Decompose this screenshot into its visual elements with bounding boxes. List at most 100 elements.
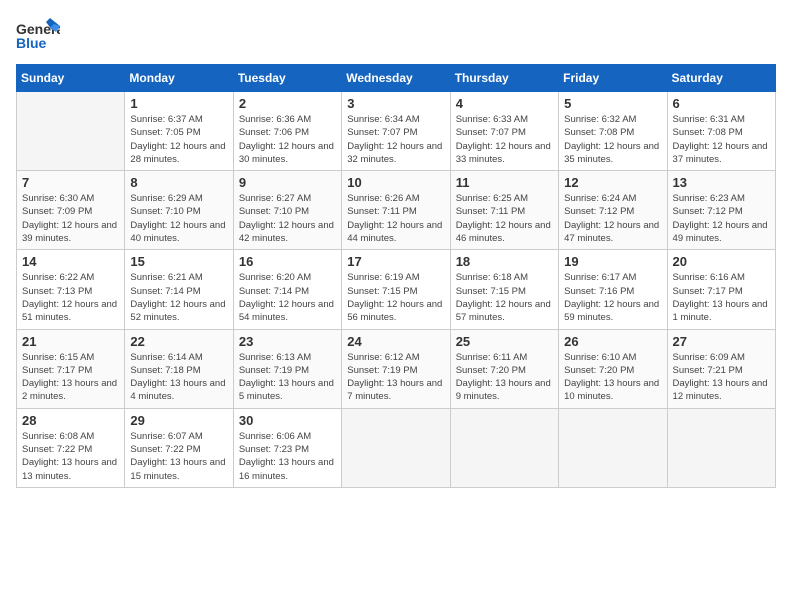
calendar-cell: 15 Sunrise: 6:21 AMSunset: 7:14 PMDayligh… [125,250,233,329]
calendar-cell: 13 Sunrise: 6:23 AMSunset: 7:12 PMDayligh… [667,171,775,250]
calendar-cell: 24Sunrise: 6:12 AMSunset: 7:19 PMDayligh… [342,329,450,408]
day-info: Sunrise: 6:27 AMSunset: 7:10 PMDaylight:… [239,192,336,245]
calendar-cell: 18 Sunrise: 6:18 AMSunset: 7:15 PMDayligh… [450,250,558,329]
day-number: 11 [456,175,553,190]
calendar-cell: 25 Sunrise: 6:11 AMSunset: 7:20 PMDayligh… [450,329,558,408]
day-number: 27 [673,334,770,349]
day-info: Sunrise: 6:11 AMSunset: 7:20 PMDaylight:… [456,351,553,404]
calendar-cell: 27Sunrise: 6:09 AMSunset: 7:21 PMDayligh… [667,329,775,408]
calendar-cell: 3Sunrise: 6:34 AMSunset: 7:07 PMDaylight… [342,92,450,171]
day-info: Sunrise: 6:29 AMSunset: 7:10 PMDaylight:… [130,192,227,245]
day-number: 2 [239,96,336,111]
day-number: 4 [456,96,553,111]
calendar-cell: 7 Sunrise: 6:30 AMSunset: 7:09 PMDaylight… [17,171,125,250]
calendar-cell: 12 Sunrise: 6:24 AMSunset: 7:12 PMDayligh… [559,171,667,250]
day-info: Sunrise: 6:37 AMSunset: 7:05 PMDaylight:… [130,113,227,166]
calendar-cell: 4 Sunrise: 6:33 AMSunset: 7:07 PMDaylight… [450,92,558,171]
calendar-cell: 21 Sunrise: 6:15 AMSunset: 7:17 PMDayligh… [17,329,125,408]
day-number: 29 [130,413,227,428]
calendar-cell: 29 Sunrise: 6:07 AMSunset: 7:22 PMDayligh… [125,408,233,487]
day-number: 12 [564,175,661,190]
calendar-cell: 9 Sunrise: 6:27 AMSunset: 7:10 PMDaylight… [233,171,341,250]
day-info: Sunrise: 6:17 AMSunset: 7:16 PMDaylight:… [564,271,661,324]
day-info: Sunrise: 6:14 AMSunset: 7:18 PMDaylight:… [130,351,227,404]
day-number: 25 [456,334,553,349]
day-number: 30 [239,413,336,428]
column-header-tuesday: Tuesday [233,65,341,92]
day-number: 26 [564,334,661,349]
day-number: 16 [239,254,336,269]
day-info: Sunrise: 6:18 AMSunset: 7:15 PMDaylight:… [456,271,553,324]
day-info: Sunrise: 6:08 AMSunset: 7:22 PMDaylight:… [22,430,119,483]
day-number: 17 [347,254,444,269]
day-number: 15 [130,254,227,269]
calendar-cell: 30 Sunrise: 6:06 AMSunset: 7:23 PMDayligh… [233,408,341,487]
day-info: Sunrise: 6:07 AMSunset: 7:22 PMDaylight:… [130,430,227,483]
day-info: Sunrise: 6:32 AMSunset: 7:08 PMDaylight:… [564,113,661,166]
day-number: 22 [130,334,227,349]
svg-text:Blue: Blue [16,35,47,51]
day-number: 19 [564,254,661,269]
calendar-cell: 17Sunrise: 6:19 AMSunset: 7:15 PMDayligh… [342,250,450,329]
day-info: Sunrise: 6:23 AMSunset: 7:12 PMDaylight:… [673,192,770,245]
column-header-saturday: Saturday [667,65,775,92]
day-info: Sunrise: 6:31 AMSunset: 7:08 PMDaylight:… [673,113,770,166]
day-info: Sunrise: 6:22 AMSunset: 7:13 PMDaylight:… [22,271,119,324]
calendar-cell: 11 Sunrise: 6:25 AMSunset: 7:11 PMDayligh… [450,171,558,250]
day-number: 23 [239,334,336,349]
calendar-cell: 23 Sunrise: 6:13 AMSunset: 7:19 PMDayligh… [233,329,341,408]
day-number: 3 [347,96,444,111]
day-number: 20 [673,254,770,269]
day-number: 10 [347,175,444,190]
day-info: Sunrise: 6:10 AMSunset: 7:20 PMDaylight:… [564,351,661,404]
calendar-cell [667,408,775,487]
day-info: Sunrise: 6:33 AMSunset: 7:07 PMDaylight:… [456,113,553,166]
day-number: 18 [456,254,553,269]
day-info: Sunrise: 6:30 AMSunset: 7:09 PMDaylight:… [22,192,119,245]
column-header-thursday: Thursday [450,65,558,92]
calendar-cell: 14Sunrise: 6:22 AMSunset: 7:13 PMDayligh… [17,250,125,329]
calendar-cell: 1 Sunrise: 6:37 AMSunset: 7:05 PMDaylight… [125,92,233,171]
day-info: Sunrise: 6:13 AMSunset: 7:19 PMDaylight:… [239,351,336,404]
day-number: 28 [22,413,119,428]
calendar-cell: 2 Sunrise: 6:36 AMSunset: 7:06 PMDaylight… [233,92,341,171]
calendar-cell: 16 Sunrise: 6:20 AMSunset: 7:14 PMDayligh… [233,250,341,329]
calendar-cell: 20 Sunrise: 6:16 AMSunset: 7:17 PMDayligh… [667,250,775,329]
day-info: Sunrise: 6:16 AMSunset: 7:17 PMDaylight:… [673,271,770,324]
day-number: 6 [673,96,770,111]
calendar-cell: 19 Sunrise: 6:17 AMSunset: 7:16 PMDayligh… [559,250,667,329]
calendar-cell [559,408,667,487]
day-info: Sunrise: 6:26 AMSunset: 7:11 PMDaylight:… [347,192,444,245]
calendar-table: SundayMondayTuesdayWednesdayThursdayFrid… [16,64,776,488]
day-info: Sunrise: 6:24 AMSunset: 7:12 PMDaylight:… [564,192,661,245]
column-header-friday: Friday [559,65,667,92]
logo: General Blue [16,16,64,56]
day-info: Sunrise: 6:15 AMSunset: 7:17 PMDaylight:… [22,351,119,404]
column-header-sunday: Sunday [17,65,125,92]
day-info: Sunrise: 6:06 AMSunset: 7:23 PMDaylight:… [239,430,336,483]
day-info: Sunrise: 6:21 AMSunset: 7:14 PMDaylight:… [130,271,227,324]
calendar-cell [17,92,125,171]
day-number: 9 [239,175,336,190]
day-info: Sunrise: 6:12 AMSunset: 7:19 PMDaylight:… [347,351,444,404]
column-header-monday: Monday [125,65,233,92]
day-info: Sunrise: 6:36 AMSunset: 7:06 PMDaylight:… [239,113,336,166]
page-header: General Blue [16,16,776,56]
calendar-cell: 26 Sunrise: 6:10 AMSunset: 7:20 PMDayligh… [559,329,667,408]
day-number: 13 [673,175,770,190]
day-number: 1 [130,96,227,111]
day-number: 21 [22,334,119,349]
calendar-cell: 28 Sunrise: 6:08 AMSunset: 7:22 PMDayligh… [17,408,125,487]
calendar-cell: 10 Sunrise: 6:26 AMSunset: 7:11 PMDayligh… [342,171,450,250]
day-number: 8 [130,175,227,190]
day-number: 7 [22,175,119,190]
day-info: Sunrise: 6:20 AMSunset: 7:14 PMDaylight:… [239,271,336,324]
day-info: Sunrise: 6:25 AMSunset: 7:11 PMDaylight:… [456,192,553,245]
calendar-cell [342,408,450,487]
column-header-wednesday: Wednesday [342,65,450,92]
calendar-cell: 6 Sunrise: 6:31 AMSunset: 7:08 PMDaylight… [667,92,775,171]
calendar-cell: 5Sunrise: 6:32 AMSunset: 7:08 PMDaylight… [559,92,667,171]
calendar-cell: 22 Sunrise: 6:14 AMSunset: 7:18 PMDayligh… [125,329,233,408]
calendar-cell: 8 Sunrise: 6:29 AMSunset: 7:10 PMDaylight… [125,171,233,250]
calendar-cell [450,408,558,487]
